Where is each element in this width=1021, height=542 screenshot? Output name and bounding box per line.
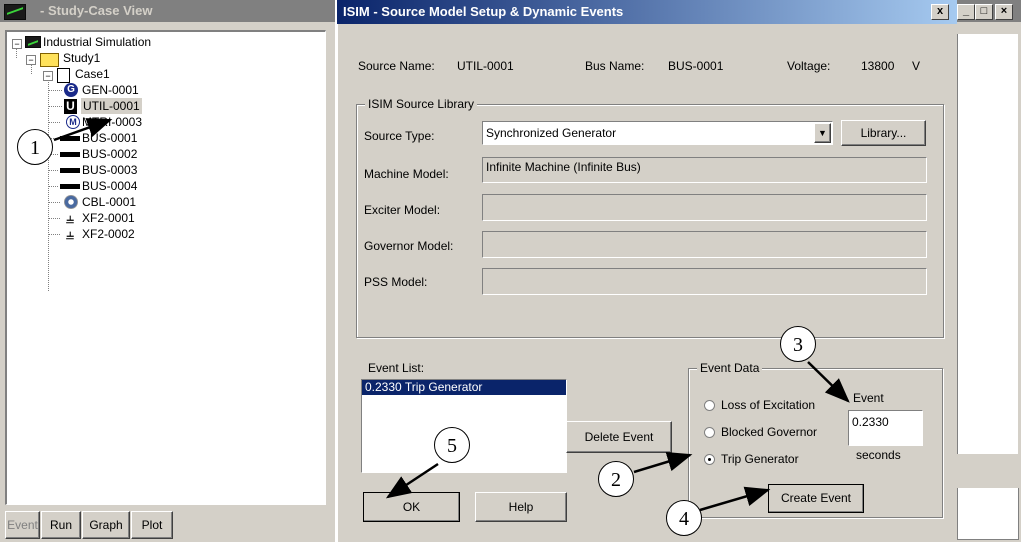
callout-1: 1 (17, 129, 53, 165)
callout-3-arrow (807, 361, 850, 403)
annotation-arrows (53, 118, 850, 512)
callout-1-arrow (53, 118, 113, 142)
callout-4-arrow (699, 486, 771, 512)
callout-3: 3 (780, 326, 816, 362)
callout-4: 4 (666, 500, 702, 536)
callout-5: 5 (434, 427, 470, 463)
callout-2-arrow (633, 451, 693, 474)
callout-5-arrow (385, 462, 439, 499)
callout-2: 2 (598, 461, 634, 497)
